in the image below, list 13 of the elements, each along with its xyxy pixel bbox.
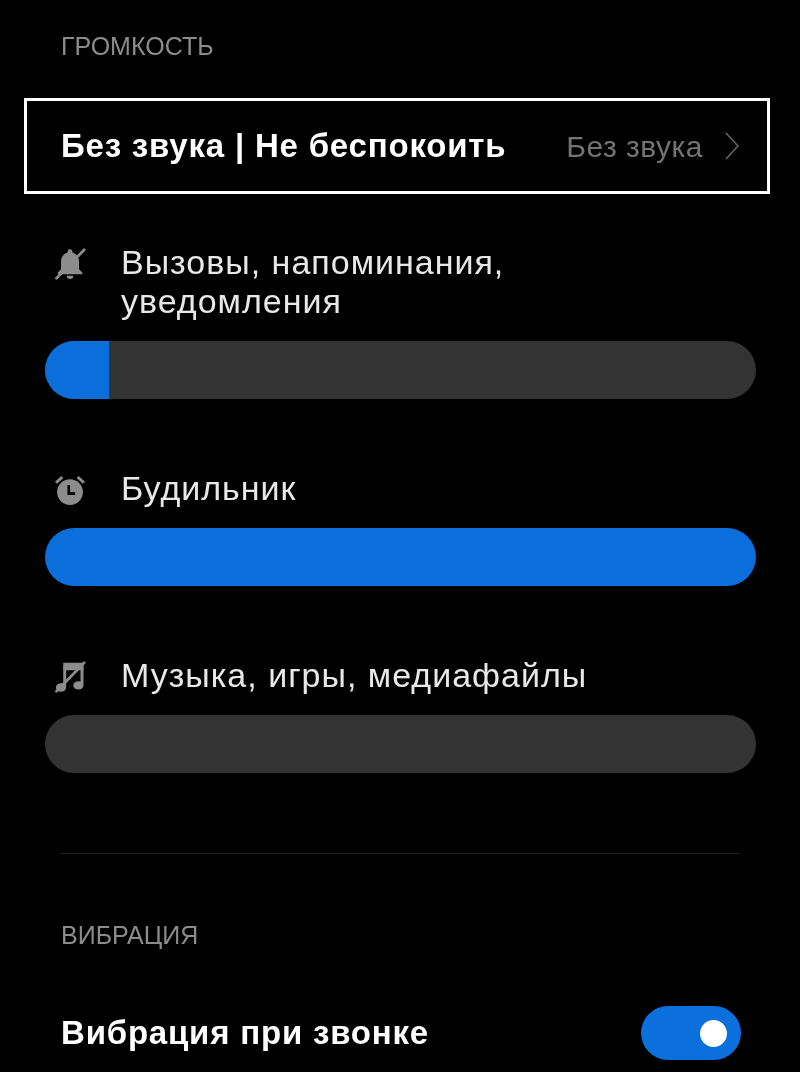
setting-label: Вибрация при звонке — [61, 1013, 429, 1054]
slider-label: Вызовы, напоминания, уведомления — [121, 243, 506, 321]
section-header: ГРОМКОСТЬ — [61, 32, 214, 60]
chevron-right-icon — [725, 132, 739, 160]
toggle-switch[interactable] — [641, 1006, 741, 1060]
volume-slider[interactable] — [45, 528, 756, 586]
volume-slider[interactable] — [45, 341, 756, 399]
row-title: Без звука | Не беспокоить — [61, 126, 507, 167]
slider-label: Будильник — [121, 469, 297, 508]
sound-mode-row[interactable]: Без звука | Не беспокоить Без звука — [24, 98, 770, 194]
slider-label: Музыка, игры, медиафайлы — [121, 656, 588, 695]
section-header: ВИБРАЦИЯ — [61, 921, 199, 949]
row-value: Без звука — [566, 128, 703, 165]
